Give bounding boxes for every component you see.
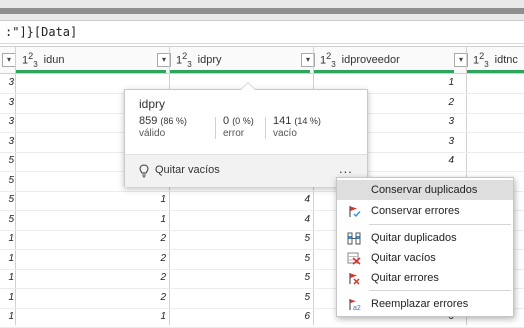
cell-idun[interactable]: 2 bbox=[126, 272, 166, 283]
numeric-type-icon[interactable]: 123 bbox=[320, 51, 336, 69]
cell-lead[interactable]: 5 bbox=[0, 175, 14, 186]
svg-text:a2: a2 bbox=[353, 305, 361, 311]
empty-label: vacío bbox=[273, 128, 297, 139]
cell-idproveedor[interactable]: 2 bbox=[414, 97, 454, 108]
cell-lead[interactable]: 1 bbox=[0, 253, 14, 264]
valid-count: 859 bbox=[139, 115, 158, 127]
cell-idpry[interactable]: 4 bbox=[270, 214, 310, 225]
error-stat: 0 (0 %) error bbox=[223, 115, 254, 139]
menu-item-label: Quitar errores bbox=[371, 272, 439, 284]
replace-errors-icon: a2 bbox=[349, 299, 361, 311]
remove-errors-icon bbox=[349, 273, 360, 285]
numeric-type-icon[interactable]: 123 bbox=[22, 51, 38, 69]
cell-lead[interactable]: 3 bbox=[0, 97, 14, 108]
empty-percent: (14 %) bbox=[294, 116, 321, 126]
lightbulb-icon bbox=[139, 164, 149, 178]
cell-lead[interactable]: 1 bbox=[0, 272, 14, 283]
remove-empty-icon bbox=[347, 252, 361, 265]
stat-separator bbox=[265, 117, 266, 139]
remove-duplicates-icon bbox=[347, 232, 361, 245]
cell-idproveedor[interactable]: 1 bbox=[414, 77, 454, 88]
cell-idun[interactable]: 2 bbox=[126, 253, 166, 264]
popup-pointer bbox=[240, 82, 256, 90]
empty-count: 141 bbox=[273, 115, 292, 127]
popup-footer: Quitar vacíos ... bbox=[125, 154, 367, 187]
cell-lead[interactable]: 5 bbox=[0, 214, 14, 225]
valid-stat: 859 (86 %) válido bbox=[139, 115, 187, 139]
menu-item-keep-duplicates[interactable]: Conservar duplicados bbox=[337, 180, 513, 200]
cell-lead[interactable]: 3 bbox=[0, 77, 14, 88]
menu-item-keep-errors[interactable]: Conservar errores bbox=[337, 201, 513, 221]
formula-bar[interactable]: :"]}[Data] bbox=[0, 21, 524, 44]
cell-lead[interactable]: 5 bbox=[0, 155, 14, 166]
keep-errors-icon bbox=[349, 206, 361, 218]
popup-column-name: idpry bbox=[139, 97, 166, 111]
cell-idun[interactable]: 2 bbox=[126, 233, 166, 244]
cell-idpry[interactable]: 5 bbox=[270, 292, 310, 303]
cell-lead[interactable]: 5 bbox=[0, 194, 14, 205]
cell-idpry[interactable]: 5 bbox=[270, 253, 310, 264]
cell-lead[interactable]: 1 bbox=[0, 311, 14, 322]
menu-item-replace-errors[interactable]: a2 Reemplazar errores bbox=[337, 294, 513, 314]
menu-item-label: Conservar errores bbox=[371, 205, 460, 217]
cell-lead[interactable]: 3 bbox=[0, 116, 14, 127]
remove-empty-action[interactable]: Quitar vacíos bbox=[155, 164, 220, 176]
more-options-button[interactable]: ... bbox=[337, 161, 355, 181]
cell-idun[interactable]: 1 bbox=[126, 194, 166, 205]
cell-idun[interactable]: 2 bbox=[126, 292, 166, 303]
menu-item-label: Conservar duplicados bbox=[371, 184, 478, 196]
column-name-idun: idun bbox=[43, 54, 65, 66]
cell-idpry[interactable]: 5 bbox=[270, 272, 310, 283]
cell-lead[interactable]: 3 bbox=[0, 136, 14, 147]
error-count: 0 bbox=[223, 115, 230, 127]
title-bar bbox=[0, 0, 524, 21]
numeric-type-icon[interactable]: 123 bbox=[473, 51, 489, 69]
cell-idpry[interactable]: 4 bbox=[270, 194, 310, 205]
column-name-idproveedor: idproveedor bbox=[341, 54, 400, 66]
menu-item-label: Quitar duplicados bbox=[371, 232, 457, 244]
menu-divider bbox=[369, 290, 511, 291]
menu-item-remove-errors[interactable]: Quitar errores bbox=[337, 268, 513, 288]
cell-idproveedor[interactable]: 4 bbox=[414, 155, 454, 166]
cell-lead[interactable]: 1 bbox=[0, 292, 14, 303]
menu-divider bbox=[369, 224, 511, 225]
cell-idproveedor[interactable]: 3 bbox=[414, 136, 454, 147]
context-menu: Conservar duplicados Conservar errores Q… bbox=[336, 177, 514, 317]
empty-stat: 141 (14 %) vacío bbox=[273, 115, 321, 139]
valid-label: válido bbox=[139, 128, 166, 139]
menu-item-remove-empty[interactable]: Quitar vacíos bbox=[337, 248, 513, 268]
column-name-idpry: idpry bbox=[197, 54, 222, 66]
cell-idun[interactable]: 1 bbox=[126, 311, 166, 322]
stat-separator bbox=[215, 117, 216, 139]
column-name-idtnc: idtnc bbox=[494, 54, 518, 66]
cell-idproveedor[interactable]: 3 bbox=[414, 116, 454, 127]
chevron-down-icon[interactable]: ▾ bbox=[2, 53, 16, 67]
menu-item-remove-duplicates[interactable]: Quitar duplicados bbox=[337, 228, 513, 248]
menu-item-label: Quitar vacíos bbox=[371, 252, 436, 264]
cell-idpry[interactable]: 5 bbox=[270, 233, 310, 244]
error-percent: (0 %) bbox=[232, 116, 254, 126]
cell-lead[interactable]: 1 bbox=[0, 233, 14, 244]
cell-idpry[interactable]: 6 bbox=[270, 311, 310, 322]
error-label: error bbox=[223, 128, 245, 139]
menu-item-label: Reemplazar errores bbox=[371, 298, 469, 310]
column-profile-popup: idpry 859 (86 %) válido 0 (0 %) error 14… bbox=[124, 82, 368, 187]
cell-idun[interactable]: 1 bbox=[126, 214, 166, 225]
valid-percent: (86 %) bbox=[160, 116, 187, 126]
title-strip bbox=[0, 8, 524, 14]
numeric-type-icon[interactable]: 123 bbox=[176, 51, 192, 69]
